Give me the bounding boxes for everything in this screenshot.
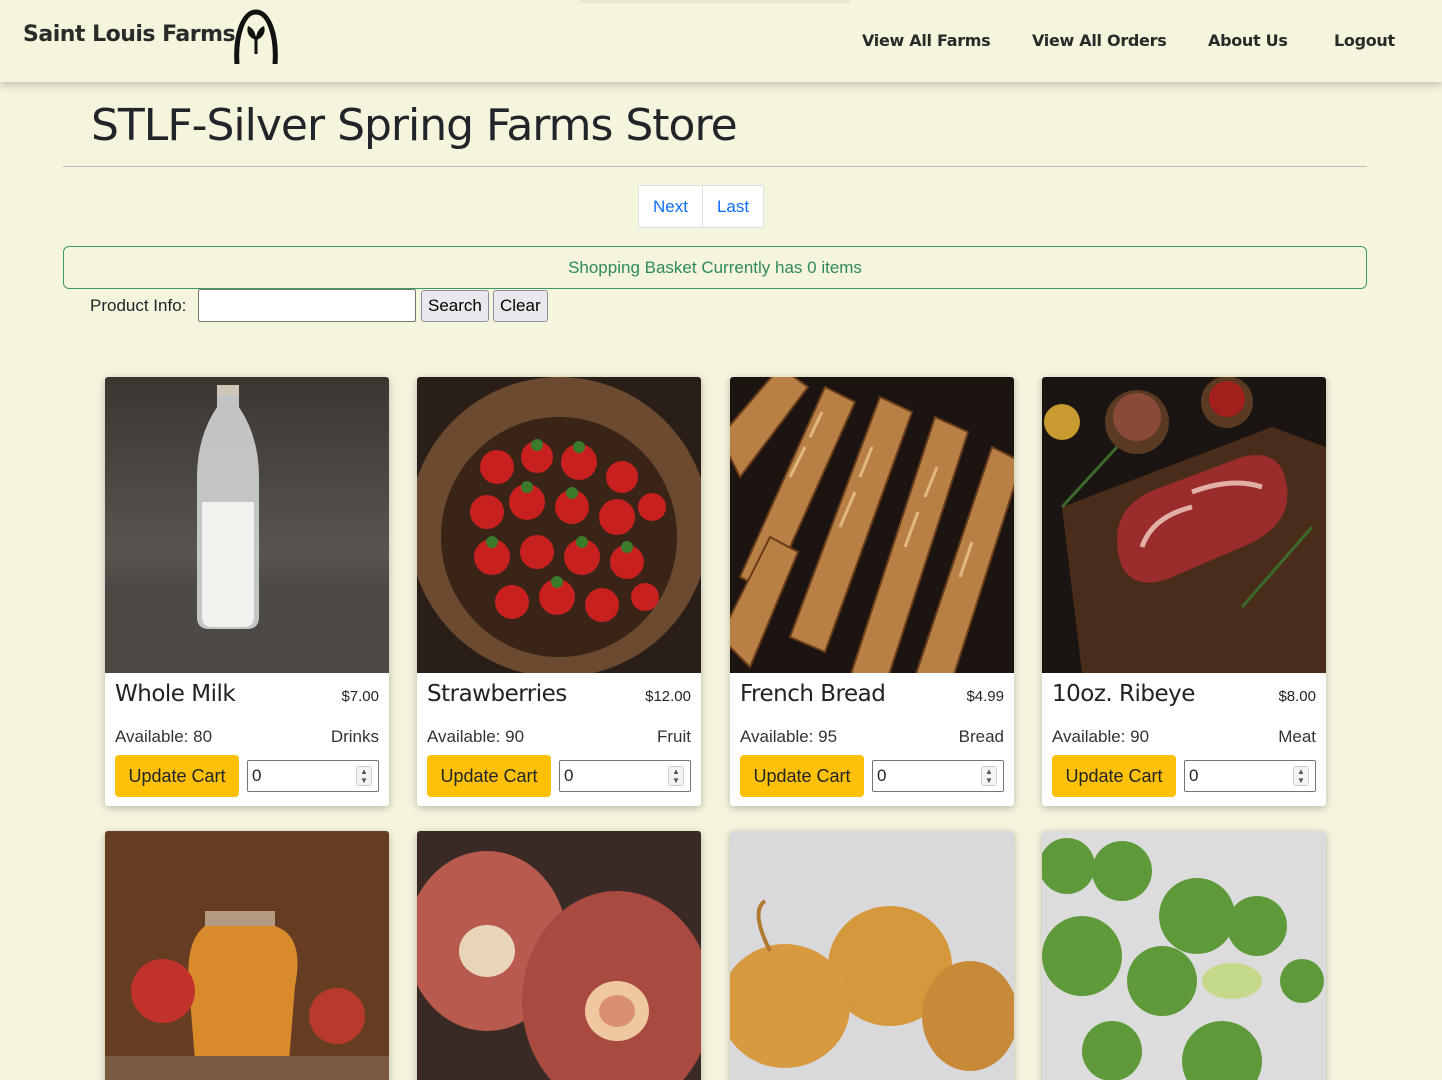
product-price: $8.00 [1278,688,1316,705]
quantity-stepper[interactable]: 0 ▲ ▼ [1184,760,1316,792]
product-card: 10oz. Ribeye $8.00 Available: 90 Meat Up… [1042,377,1326,806]
product-availability: Available: 80 [115,727,213,746]
page-title: STLF-Silver Spring Farms Store [91,100,738,151]
product-price: $7.00 [341,688,379,705]
product-price: $4.99 [966,688,1004,705]
update-cart-button[interactable]: Update Cart [427,755,551,797]
update-cart-button[interactable]: Update Cart [740,755,864,797]
spinner-arrows-icon[interactable]: ▲ ▼ [1293,766,1309,786]
spinner-arrows-icon[interactable]: ▲ ▼ [356,766,372,786]
product-card [105,831,389,1080]
top-sliver [580,0,850,3]
pagination-next[interactable]: Next [639,186,702,227]
search-button[interactable]: Search [421,290,489,322]
pagination: Next Last [638,185,765,228]
quantity-value: 0 [877,766,887,785]
product-image-milk [105,377,389,673]
product-availability: Available: 90 [1052,727,1150,746]
product-price: $12.00 [645,688,691,705]
navbar: Saint Louis Farms View All Farms View Al… [0,0,1442,82]
product-image-apple-juice [105,831,389,1080]
product-category: Bread [958,727,1004,746]
nav-view-all-farms[interactable]: View All Farms [862,31,991,50]
product-image-brussels-sprouts [1042,831,1326,1080]
product-image-soup-bones [417,831,701,1080]
product-name: Whole Milk [115,681,236,707]
update-cart-button[interactable]: Update Cart [115,755,239,797]
product-card [417,831,701,1080]
quantity-stepper[interactable]: 0 ▲ ▼ [872,760,1004,792]
title-divider [63,166,1367,167]
basket-status-alert: Shopping Basket Currently has 0 items [63,246,1367,289]
spinner-arrows-icon[interactable]: ▲ ▼ [668,766,684,786]
brand-name[interactable]: Saint Louis Farms [23,22,236,47]
pagination-last[interactable]: Last [701,186,763,227]
quantity-value: 0 [564,766,574,785]
product-name: 10oz. Ribeye [1052,681,1195,707]
product-category: Drinks [330,727,379,746]
product-info-input[interactable] [198,289,416,322]
product-info-label: Product Info: [90,296,187,315]
product-category: Meat [1278,727,1316,746]
product-card: Whole Milk $7.00 Available: 80 Drinks Up… [105,377,389,806]
clear-button[interactable]: Clear [493,290,548,322]
quantity-value: 0 [252,766,262,785]
nav-about-us[interactable]: About Us [1208,31,1288,50]
product-name: French Bread [740,681,886,707]
quantity-value: 0 [1189,766,1199,785]
product-card: French Bread $4.99 Available: 95 Bread U… [730,377,1014,806]
product-image-ribeye [1042,377,1326,673]
update-cart-button[interactable]: Update Cart [1052,755,1176,797]
nav-logout[interactable]: Logout [1334,31,1395,50]
product-image-bread [730,377,1014,673]
product-image-strawberries [417,377,701,673]
product-card [1042,831,1326,1080]
product-category: Fruit [657,727,691,746]
product-availability: Available: 95 [740,727,838,746]
product-availability: Available: 90 [427,727,525,746]
product-card: Strawberries $12.00 Available: 90 Fruit … [417,377,701,806]
farm-logo-icon[interactable] [231,6,281,66]
quantity-stepper[interactable]: 0 ▲ ▼ [247,760,379,792]
product-image-onions [730,831,1014,1080]
quantity-stepper[interactable]: 0 ▲ ▼ [559,760,691,792]
product-name: Strawberries [427,681,567,707]
nav-view-all-orders[interactable]: View All Orders [1032,31,1167,50]
product-card [730,831,1014,1080]
spinner-arrows-icon[interactable]: ▲ ▼ [981,766,997,786]
